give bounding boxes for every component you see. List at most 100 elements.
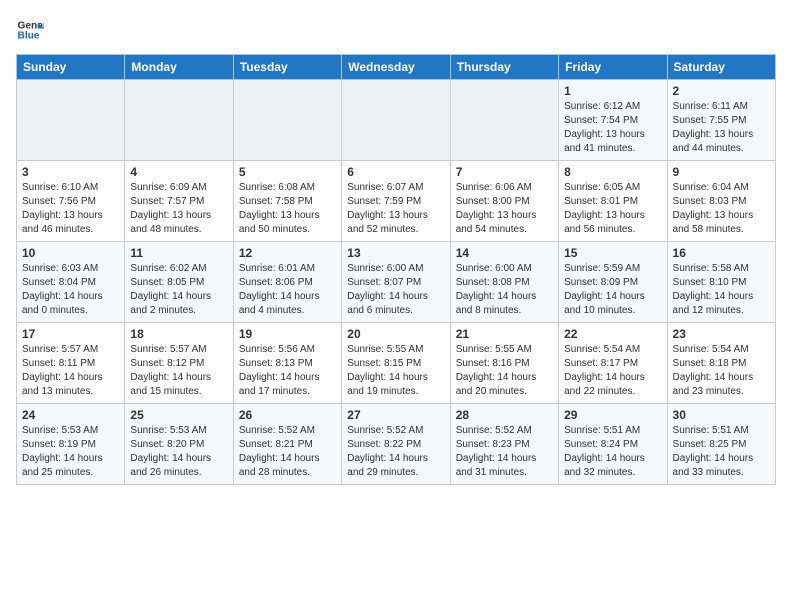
calendar-cell: 16 Sunrise: 5:58 AM Sunset: 8:10 PM Dayli…	[667, 242, 775, 323]
day-info: Sunrise: 5:51 AM Sunset: 8:24 PM Dayligh…	[564, 424, 661, 480]
calendar-table: SundayMondayTuesdayWednesdayThursdayFrid…	[16, 54, 776, 485]
day-info: Sunrise: 5:52 AM Sunset: 8:22 PM Dayligh…	[347, 424, 444, 480]
day-info: Sunrise: 6:04 AM Sunset: 8:03 PM Dayligh…	[673, 181, 770, 237]
day-number: 28	[456, 408, 553, 422]
day-number: 30	[673, 408, 770, 422]
calendar-cell: 13 Sunrise: 6:00 AM Sunset: 8:07 PM Dayli…	[342, 242, 450, 323]
logo: General Blue	[16, 16, 44, 44]
day-number: 13	[347, 246, 444, 260]
calendar-week-row: 17 Sunrise: 5:57 AM Sunset: 8:11 PM Dayli…	[17, 323, 776, 404]
day-info: Sunrise: 5:52 AM Sunset: 8:21 PM Dayligh…	[239, 424, 336, 480]
calendar-cell: 20 Sunrise: 5:55 AM Sunset: 8:15 PM Dayli…	[342, 323, 450, 404]
day-info: Sunrise: 6:03 AM Sunset: 8:04 PM Dayligh…	[22, 262, 119, 318]
day-number: 6	[347, 165, 444, 179]
calendar-week-row: 3 Sunrise: 6:10 AM Sunset: 7:56 PM Daylig…	[17, 161, 776, 242]
day-number: 18	[130, 327, 227, 341]
calendar-cell	[233, 80, 341, 161]
day-number: 9	[673, 165, 770, 179]
calendar-cell: 2 Sunrise: 6:11 AM Sunset: 7:55 PM Daylig…	[667, 80, 775, 161]
day-info: Sunrise: 5:57 AM Sunset: 8:11 PM Dayligh…	[22, 343, 119, 399]
day-number: 11	[130, 246, 227, 260]
calendar-cell: 8Sunrise: 6:05 AM Sunset: 8:01 PM Daylig…	[559, 161, 667, 242]
calendar-cell: 6 Sunrise: 6:07 AM Sunset: 7:59 PM Daylig…	[342, 161, 450, 242]
day-info: Sunrise: 5:52 AM Sunset: 8:23 PM Dayligh…	[456, 424, 553, 480]
day-info: Sunrise: 6:12 AM Sunset: 7:54 PM Dayligh…	[564, 100, 661, 156]
weekday-header-monday: Monday	[125, 55, 233, 80]
day-info: Sunrise: 6:08 AM Sunset: 7:58 PM Dayligh…	[239, 181, 336, 237]
day-info: Sunrise: 6:00 AM Sunset: 8:07 PM Dayligh…	[347, 262, 444, 318]
day-number: 19	[239, 327, 336, 341]
weekday-header-tuesday: Tuesday	[233, 55, 341, 80]
calendar-cell: 24 Sunrise: 5:53 AM Sunset: 8:19 PM Dayli…	[17, 404, 125, 485]
calendar-cell: 18 Sunrise: 5:57 AM Sunset: 8:12 PM Dayli…	[125, 323, 233, 404]
day-number: 17	[22, 327, 119, 341]
calendar-cell: 9 Sunrise: 6:04 AM Sunset: 8:03 PM Daylig…	[667, 161, 775, 242]
day-info: Sunrise: 5:57 AM Sunset: 8:12 PM Dayligh…	[130, 343, 227, 399]
day-number: 15	[564, 246, 661, 260]
day-info: Sunrise: 6:06 AM Sunset: 8:00 PM Dayligh…	[456, 181, 553, 237]
day-number: 12	[239, 246, 336, 260]
calendar-cell: 14 Sunrise: 6:00 AM Sunset: 8:08 PM Dayli…	[450, 242, 558, 323]
day-info: Sunrise: 5:53 AM Sunset: 8:20 PM Dayligh…	[130, 424, 227, 480]
calendar-cell: 27 Sunrise: 5:52 AM Sunset: 8:22 PM Dayli…	[342, 404, 450, 485]
day-info: Sunrise: 5:53 AM Sunset: 8:19 PM Dayligh…	[22, 424, 119, 480]
day-info: Sunrise: 6:01 AM Sunset: 8:06 PM Dayligh…	[239, 262, 336, 318]
day-info: Sunrise: 5:51 AM Sunset: 8:25 PM Dayligh…	[673, 424, 770, 480]
calendar-week-row: 1 Sunrise: 6:12 AM Sunset: 7:54 PM Daylig…	[17, 80, 776, 161]
day-number: 21	[456, 327, 553, 341]
calendar-cell: 28 Sunrise: 5:52 AM Sunset: 8:23 PM Dayli…	[450, 404, 558, 485]
day-number: 26	[239, 408, 336, 422]
day-number: 20	[347, 327, 444, 341]
day-number: 3	[22, 165, 119, 179]
day-info: Sunrise: 6:00 AM Sunset: 8:08 PM Dayligh…	[456, 262, 553, 318]
calendar-week-row: 10Sunrise: 6:03 AM Sunset: 8:04 PM Dayli…	[17, 242, 776, 323]
day-info: Sunrise: 5:55 AM Sunset: 8:16 PM Dayligh…	[456, 343, 553, 399]
weekday-header-friday: Friday	[559, 55, 667, 80]
calendar-cell: 19 Sunrise: 5:56 AM Sunset: 8:13 PM Dayli…	[233, 323, 341, 404]
day-number: 22	[564, 327, 661, 341]
day-info: Sunrise: 6:09 AM Sunset: 7:57 PM Dayligh…	[130, 181, 227, 237]
day-number: 2	[673, 84, 770, 98]
calendar-cell	[125, 80, 233, 161]
calendar-cell: 21 Sunrise: 5:55 AM Sunset: 8:16 PM Dayli…	[450, 323, 558, 404]
day-info: Sunrise: 5:59 AM Sunset: 8:09 PM Dayligh…	[564, 262, 661, 318]
day-info: Sunrise: 6:10 AM Sunset: 7:56 PM Dayligh…	[22, 181, 119, 237]
day-number: 16	[673, 246, 770, 260]
calendar-cell: 1 Sunrise: 6:12 AM Sunset: 7:54 PM Daylig…	[559, 80, 667, 161]
day-number: 4	[130, 165, 227, 179]
calendar-cell: 7 Sunrise: 6:06 AM Sunset: 8:00 PM Daylig…	[450, 161, 558, 242]
day-number: 14	[456, 246, 553, 260]
day-info: Sunrise: 6:11 AM Sunset: 7:55 PM Dayligh…	[673, 100, 770, 156]
day-info: Sunrise: 5:55 AM Sunset: 8:15 PM Dayligh…	[347, 343, 444, 399]
day-number: 23	[673, 327, 770, 341]
day-info: Sunrise: 6:02 AM Sunset: 8:05 PM Dayligh…	[130, 262, 227, 318]
calendar-cell: 25Sunrise: 5:53 AM Sunset: 8:20 PM Dayli…	[125, 404, 233, 485]
calendar-cell: 23 Sunrise: 5:54 AM Sunset: 8:18 PM Dayli…	[667, 323, 775, 404]
calendar-cell: 22 Sunrise: 5:54 AM Sunset: 8:17 PM Dayli…	[559, 323, 667, 404]
day-info: Sunrise: 5:54 AM Sunset: 8:18 PM Dayligh…	[673, 343, 770, 399]
calendar-header-row: SundayMondayTuesdayWednesdayThursdayFrid…	[17, 55, 776, 80]
calendar-week-row: 24 Sunrise: 5:53 AM Sunset: 8:19 PM Dayli…	[17, 404, 776, 485]
weekday-header-sunday: Sunday	[17, 55, 125, 80]
calendar-cell: 17 Sunrise: 5:57 AM Sunset: 8:11 PM Dayli…	[17, 323, 125, 404]
weekday-header-thursday: Thursday	[450, 55, 558, 80]
calendar-cell: 11 Sunrise: 6:02 AM Sunset: 8:05 PM Dayli…	[125, 242, 233, 323]
day-number: 27	[347, 408, 444, 422]
day-info: Sunrise: 5:58 AM Sunset: 8:10 PM Dayligh…	[673, 262, 770, 318]
day-info: Sunrise: 5:54 AM Sunset: 8:17 PM Dayligh…	[564, 343, 661, 399]
calendar-cell: 10Sunrise: 6:03 AM Sunset: 8:04 PM Dayli…	[17, 242, 125, 323]
calendar-cell: 5Sunrise: 6:08 AM Sunset: 7:58 PM Daylig…	[233, 161, 341, 242]
day-info: Sunrise: 6:05 AM Sunset: 8:01 PM Dayligh…	[564, 181, 661, 237]
calendar-cell	[342, 80, 450, 161]
calendar-cell: 26 Sunrise: 5:52 AM Sunset: 8:21 PM Dayli…	[233, 404, 341, 485]
day-number: 24	[22, 408, 119, 422]
weekday-header-saturday: Saturday	[667, 55, 775, 80]
day-info: Sunrise: 6:07 AM Sunset: 7:59 PM Dayligh…	[347, 181, 444, 237]
day-number: 7	[456, 165, 553, 179]
day-info: Sunrise: 5:56 AM Sunset: 8:13 PM Dayligh…	[239, 343, 336, 399]
day-number: 1	[564, 84, 661, 98]
calendar-cell	[450, 80, 558, 161]
calendar-cell: 15 Sunrise: 5:59 AM Sunset: 8:09 PM Dayli…	[559, 242, 667, 323]
page-header: General Blue	[16, 16, 776, 44]
calendar-cell: 12 Sunrise: 6:01 AM Sunset: 8:06 PM Dayli…	[233, 242, 341, 323]
